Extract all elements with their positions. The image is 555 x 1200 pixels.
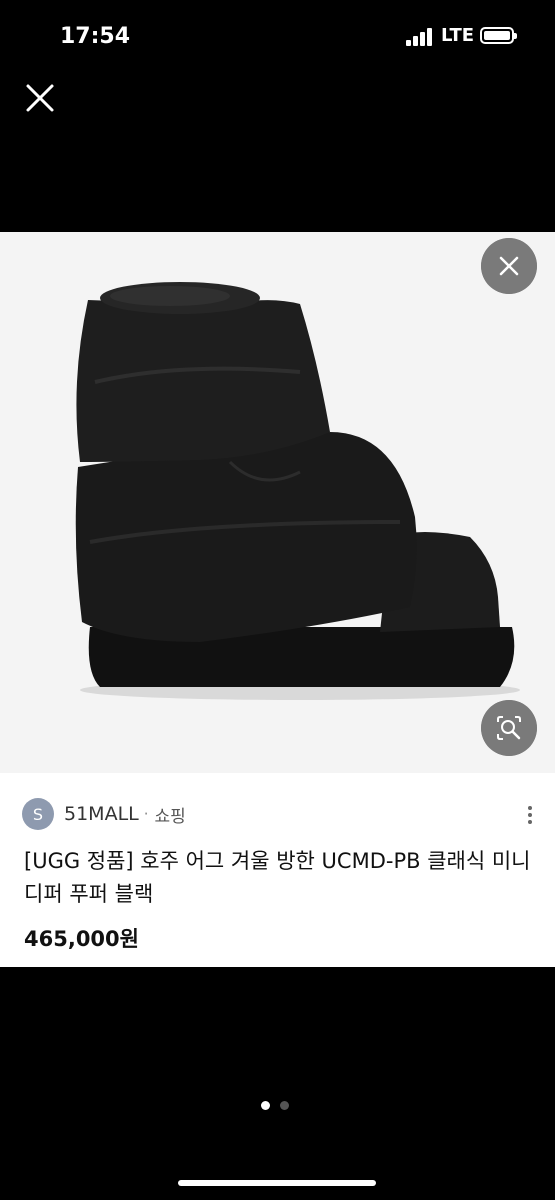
- battery-icon: [480, 27, 517, 44]
- page-dot-active: [261, 1101, 270, 1110]
- store-name: 51MALL: [64, 803, 139, 825]
- status-bar: 17:54 LTE: [0, 0, 555, 70]
- signal-icon: [406, 28, 432, 46]
- separator: ·: [143, 805, 149, 823]
- store-avatar: S: [22, 798, 54, 830]
- close-icon[interactable]: [22, 80, 58, 116]
- image-close-icon[interactable]: [481, 238, 537, 294]
- status-time: 17:54: [60, 24, 131, 49]
- page-indicator: [261, 1101, 299, 1110]
- product-image-viewer[interactable]: [0, 232, 555, 773]
- home-indicator[interactable]: [178, 1180, 376, 1186]
- page-dot: [280, 1101, 289, 1110]
- product-title[interactable]: [UGG 정품] 호주 어그 겨울 방한 UCMD-PB 클래식 미니 디퍼 푸…: [24, 845, 539, 911]
- product-price: 465,000원: [24, 927, 139, 951]
- product-image: [75, 282, 520, 700]
- product-card[interactable]: S 51MALL · 쇼핑 [UGG 정품] 호주 어그 겨울 방한 UCMD-…: [0, 773, 555, 967]
- network-label: LTE: [441, 25, 475, 46]
- store-category: 쇼핑: [154, 806, 186, 827]
- more-options-icon[interactable]: [522, 803, 538, 827]
- image-search-icon[interactable]: [481, 700, 537, 756]
- store-row[interactable]: S 51MALL · 쇼핑: [22, 797, 186, 831]
